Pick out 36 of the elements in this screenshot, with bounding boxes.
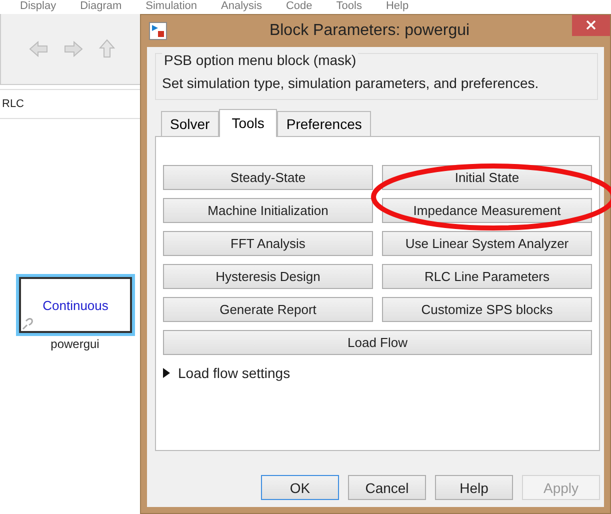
menu-item[interactable]: Help bbox=[386, 0, 409, 14]
tool-button[interactable]: Steady-State bbox=[163, 165, 373, 190]
tab[interactable]: Preferences bbox=[277, 111, 371, 136]
block-name: powergui bbox=[50, 337, 100, 351]
tool-button[interactable]: Hysteresis Design bbox=[163, 264, 373, 289]
close-button[interactable] bbox=[572, 15, 610, 36]
dialog-button[interactable]: Cancel bbox=[348, 475, 426, 500]
section-label[interactable]: Load flow settings bbox=[178, 365, 290, 381]
close-icon bbox=[586, 20, 596, 30]
expand-triangle-icon[interactable] bbox=[163, 368, 170, 378]
model-block[interactable]: Continuous bbox=[16, 274, 135, 336]
block-icon bbox=[149, 22, 167, 40]
window-title: Block Parameters: powergui bbox=[268, 22, 471, 40]
menu-item[interactable]: Analysis bbox=[221, 0, 262, 14]
tool-button[interactable]: Generate Report bbox=[163, 297, 373, 322]
menu-item[interactable]: Diagram bbox=[80, 0, 122, 14]
tool-button[interactable]: Machine Initialization bbox=[163, 198, 373, 223]
menu-item[interactable]: Display bbox=[20, 0, 56, 14]
menu-item[interactable]: Tools bbox=[336, 0, 362, 14]
tool-button[interactable]: RLC Line Parameters bbox=[382, 264, 592, 289]
block-label: Continuous bbox=[42, 298, 108, 312]
dialog-button[interactable]: OK bbox=[261, 475, 339, 500]
model-path[interactable]: RLC bbox=[0, 98, 24, 110]
tab[interactable]: Tools bbox=[218, 109, 278, 137]
dialog-button[interactable]: Help bbox=[435, 475, 513, 500]
group-title: PSB option menu block (mask) bbox=[162, 52, 358, 68]
tab[interactable]: Solver bbox=[161, 111, 219, 136]
description-text: Set simulation type, simulation parameters, and preferences. bbox=[162, 75, 540, 91]
menu-item[interactable]: Code bbox=[286, 0, 312, 14]
link-icon bbox=[21, 317, 35, 331]
tool-button[interactable]: Impedance Measurement bbox=[382, 198, 592, 223]
tool-button[interactable]: Customize SPS blocks bbox=[382, 297, 592, 322]
tool-button[interactable]: FFT Analysis bbox=[163, 231, 373, 256]
load-flow-button[interactable]: Load Flow bbox=[163, 330, 592, 355]
tool-button[interactable]: Use Linear System Analyzer bbox=[382, 231, 592, 256]
menu-item[interactable]: Simulation bbox=[146, 0, 198, 14]
